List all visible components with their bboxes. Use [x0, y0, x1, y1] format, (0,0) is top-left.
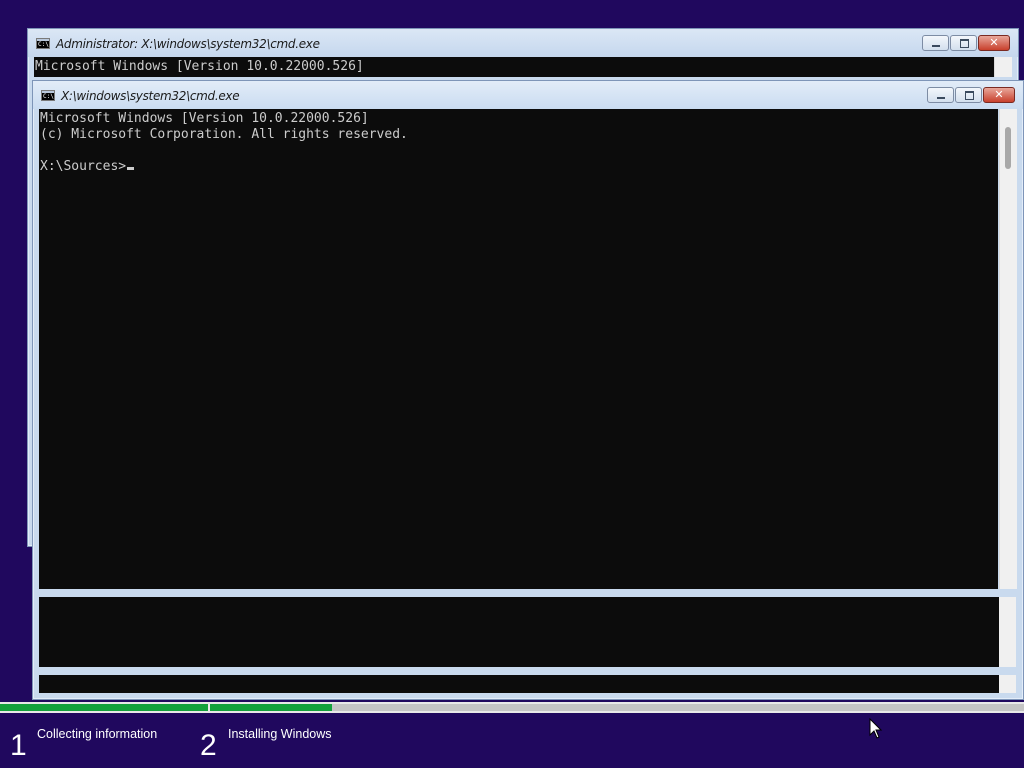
- step-number: 2: [200, 729, 217, 762]
- console-lower-pane: [39, 675, 999, 693]
- minimize-button[interactable]: [927, 87, 954, 103]
- console-line: Microsoft Windows [Version 10.0.22000.52…: [40, 111, 369, 126]
- prompt-text: X:\Sources>: [40, 159, 127, 174]
- console-output[interactable]: Microsoft Windows [Version 10.0.22000.52…: [34, 57, 994, 77]
- console-prompt[interactable]: X:\Sources>: [40, 159, 998, 175]
- window-title: X:\windows\system32\cmd.exe: [61, 89, 240, 103]
- progress-segment-collecting: [0, 704, 208, 711]
- maximize-button[interactable]: [955, 87, 982, 103]
- console-line: (c) Microsoft Corporation. All rights re…: [40, 127, 408, 142]
- title-bar[interactable]: C:\ X:\windows\system32\cmd.exe ✕: [33, 81, 1023, 109]
- step-label: Collecting information: [37, 727, 158, 741]
- scrollbar-thumb[interactable]: [1005, 127, 1011, 169]
- vertical-scrollbar[interactable]: [994, 57, 1012, 77]
- console-lower-pane: [39, 597, 999, 667]
- lower-scrollbar[interactable]: [999, 675, 1016, 693]
- progress-fill: [210, 704, 333, 711]
- minimize-button[interactable]: [922, 35, 949, 51]
- mouse-pointer-icon: [869, 718, 883, 739]
- text-cursor: [127, 167, 135, 170]
- maximize-button[interactable]: [950, 35, 977, 51]
- console-output[interactable]: Microsoft Windows [Version 10.0.22000.52…: [39, 109, 998, 589]
- progress-segment-installing: [210, 704, 1024, 711]
- cmd-icon: C:\: [41, 90, 55, 101]
- progress-fill: [0, 704, 208, 711]
- vertical-scrollbar[interactable]: [999, 109, 1017, 589]
- console-line: Microsoft Windows [Version 10.0.22000.52…: [35, 59, 364, 74]
- step-number: 1: [10, 729, 27, 762]
- setup-progress-bar: [0, 702, 1024, 713]
- close-button[interactable]: ✕: [983, 87, 1015, 103]
- cmd-icon: C:\: [36, 38, 50, 49]
- window-title: Administrator: X:\windows\system32\cmd.e…: [56, 37, 320, 51]
- cmd-window[interactable]: C:\ X:\windows\system32\cmd.exe ✕ Micros…: [32, 80, 1024, 700]
- lower-scrollbar[interactable]: [999, 597, 1016, 667]
- title-bar[interactable]: C:\ Administrator: X:\windows\system32\c…: [28, 29, 1018, 57]
- close-button[interactable]: ✕: [978, 35, 1010, 51]
- step-label: Installing Windows: [228, 727, 332, 741]
